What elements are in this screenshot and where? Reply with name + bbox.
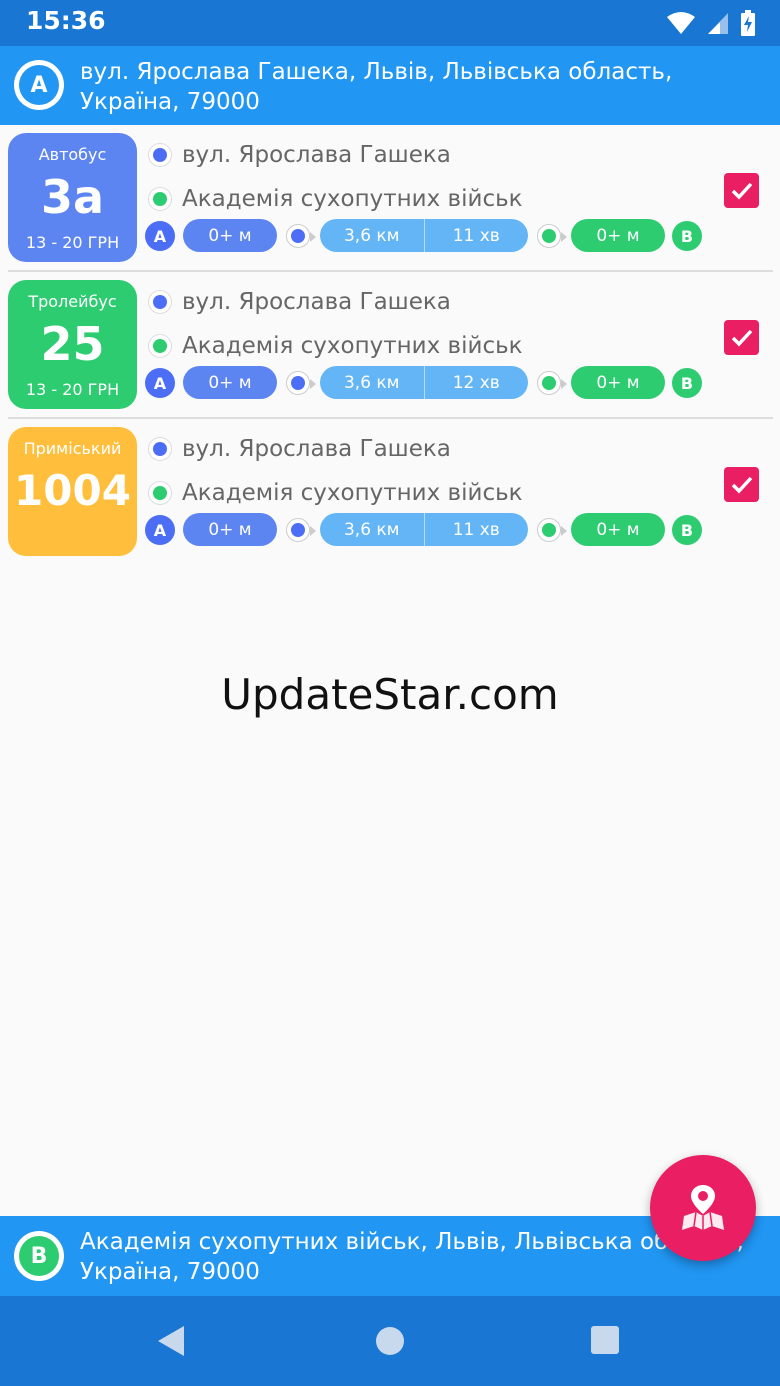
board-stop-icon [286, 371, 316, 395]
end-pin: B [672, 221, 702, 251]
board-stop-icon [286, 224, 316, 248]
origin-badge-letter: A [19, 65, 59, 105]
walk-start-pill: 0+ м [183, 513, 277, 546]
transport-type: Приміський [23, 439, 122, 458]
route-item[interactable]: Тролейбус 25 13 - 20 ГРН вул. Ярослава Г… [0, 272, 780, 412]
home-icon[interactable] [376, 1327, 404, 1355]
alight-stop-icon [537, 371, 567, 395]
route-segments: A 0+ м 3,6 км 11 хв 0+ м B [145, 512, 705, 546]
status-icons [666, 9, 756, 37]
end-pin: B [672, 368, 702, 398]
to-stop-row: Академія сухопутних військ [148, 331, 523, 361]
watermark: UpdateStar.com [221, 670, 559, 719]
alight-stop-icon [537, 224, 567, 248]
ride-pill: 3,6 км 11 хв [320, 219, 528, 252]
transport-type: Тролейбус [28, 292, 117, 311]
wifi-icon [667, 12, 695, 34]
check-icon [731, 476, 752, 494]
board-stop-icon [286, 518, 316, 542]
ride-pill: 3,6 км 11 хв [320, 513, 528, 546]
ride-duration: 11 хв [423, 513, 529, 546]
destination-badge: B [14, 1231, 64, 1281]
end-pin: B [672, 515, 702, 545]
route-card: Тролейбус 25 13 - 20 ГРН [8, 280, 137, 409]
route-card: Автобус 3а 13 - 20 ГРН [8, 133, 137, 262]
from-stop-row: вул. Ярослава Гашека [148, 434, 451, 464]
walk-start-pill: 0+ м [183, 219, 277, 252]
to-stop-name: Академія сухопутних військ [182, 186, 523, 212]
to-stop-dot-icon [148, 334, 172, 358]
show-map-button[interactable] [650, 1155, 756, 1261]
route-segments: A 0+ м 3,6 км 12 хв 0+ м B [145, 365, 705, 399]
back-icon[interactable] [158, 1326, 184, 1356]
from-stop-row: вул. Ярослава Гашека [148, 287, 451, 317]
ride-distance: 3,6 км [343, 519, 400, 540]
check-icon [731, 182, 752, 200]
transport-type: Автобус [38, 145, 107, 164]
walk-end-pill: 0+ м [571, 513, 665, 546]
route-price: 13 - 20 ГРН [25, 233, 120, 252]
ride-duration: 12 хв [423, 366, 529, 399]
ride-distance: 3,6 км [343, 225, 400, 246]
status-time: 15:36 [26, 6, 106, 35]
to-stop-name: Академія сухопутних військ [182, 480, 523, 506]
signal-icon [708, 13, 728, 34]
battery-icon [741, 10, 755, 36]
from-stop-row: вул. Ярослава Гашека [148, 140, 451, 170]
to-stop-dot-icon [148, 187, 172, 211]
route-item[interactable]: Приміський 1004 вул. Ярослава Гашека Ака… [0, 419, 780, 559]
route-checkbox[interactable] [724, 173, 759, 208]
from-stop-dot-icon [148, 143, 172, 167]
start-pin: A [145, 368, 175, 398]
to-stop-row: Академія сухопутних військ [148, 478, 523, 508]
route-number: 1004 [14, 466, 131, 515]
route-card: Приміський 1004 [8, 427, 137, 556]
from-stop-name: вул. Ярослава Гашека [182, 289, 451, 315]
walk-start-pill: 0+ м [183, 366, 277, 399]
ride-duration: 11 хв [423, 219, 529, 252]
to-stop-name: Академія сухопутних військ [182, 333, 523, 359]
route-checkbox[interactable] [724, 320, 759, 355]
map-pin-icon [682, 1185, 724, 1230]
walk-end-pill: 0+ м [571, 366, 665, 399]
route-number: 3а [40, 170, 105, 224]
route-checkbox[interactable] [724, 467, 759, 502]
from-stop-name: вул. Ярослава Гашека [182, 142, 451, 168]
start-pin: A [145, 515, 175, 545]
to-stop-dot-icon [148, 481, 172, 505]
route-item[interactable]: Автобус 3а 13 - 20 ГРН вул. Ярослава Гаш… [0, 125, 780, 265]
route-price: 13 - 20 ГРН [25, 380, 120, 399]
route-number: 25 [40, 317, 105, 371]
alight-stop-icon [537, 518, 567, 542]
status-bar: 15:36 [0, 0, 780, 46]
origin-badge: A [14, 60, 64, 110]
from-stop-dot-icon [148, 290, 172, 314]
origin-header[interactable]: A вул. Ярослава Гашека, Львів, Львівська… [0, 46, 780, 125]
ride-pill: 3,6 км 12 хв [320, 366, 528, 399]
recents-icon[interactable] [591, 1326, 619, 1354]
walk-end-pill: 0+ м [571, 219, 665, 252]
from-stop-name: вул. Ярослава Гашека [182, 436, 451, 462]
check-icon [731, 329, 752, 347]
route-segments: A 0+ м 3,6 км 11 хв 0+ м B [145, 218, 705, 252]
origin-address: вул. Ярослава Гашека, Львів, Львівська о… [80, 59, 673, 115]
ride-distance: 3,6 км [343, 372, 400, 393]
to-stop-row: Академія сухопутних військ [148, 184, 523, 214]
start-pin: A [145, 221, 175, 251]
destination-badge-letter: B [19, 1236, 59, 1276]
from-stop-dot-icon [148, 437, 172, 461]
